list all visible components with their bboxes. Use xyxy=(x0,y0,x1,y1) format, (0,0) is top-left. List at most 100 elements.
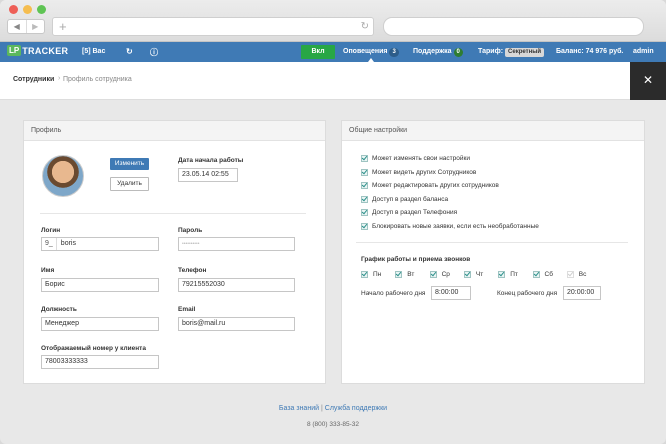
position-field[interactable]: Менеджер xyxy=(41,317,159,331)
day-toggle[interactable]: Вс xyxy=(566,271,586,278)
tariff[interactable]: Тариф: Секретный xyxy=(478,48,545,57)
maximize-window-button[interactable] xyxy=(37,5,46,14)
day-checkbox[interactable] xyxy=(395,271,403,278)
breadcrumb: Сотрудники › Профиль сотрудника ✕ xyxy=(0,62,666,100)
checkbox[interactable] xyxy=(361,168,368,176)
checkbox[interactable] xyxy=(361,182,368,189)
day-checkbox[interactable] xyxy=(566,271,574,278)
user-shortcut[interactable]: [5] Вас xyxy=(82,48,105,55)
notifications-label: Оповещения xyxy=(343,48,388,55)
breadcrumb-separator: › xyxy=(58,75,61,82)
tariff-badge: Секретный xyxy=(505,48,545,57)
footer-divider: | xyxy=(320,405,323,412)
phone-field[interactable]: 79215552030 xyxy=(178,278,295,292)
nav-buttons: ◀ ▶ xyxy=(7,19,45,34)
permission-label: Блокировать новые заявки, если есть необ… xyxy=(372,222,539,230)
permission-label: Может видеть других Сотрудников xyxy=(372,168,477,176)
permission-label: Может редактировать других сотрудников xyxy=(372,182,499,189)
day-label: Пн xyxy=(373,271,382,278)
search-bar[interactable] xyxy=(383,17,644,36)
email-field[interactable]: boris@mail.ru xyxy=(178,317,295,331)
day-label: Чт xyxy=(475,271,484,278)
login-field[interactable]: 9_ boris xyxy=(41,237,159,251)
email-label: Email xyxy=(178,306,196,313)
logo[interactable]: LP TRACKER xyxy=(7,45,68,56)
back-icon[interactable]: ◀ xyxy=(8,20,26,33)
day-checkbox[interactable] xyxy=(532,271,540,278)
reload-icon[interactable]: ↻ xyxy=(361,21,369,32)
change-photo-button[interactable]: Изменить xyxy=(110,158,149,170)
day-toggle[interactable]: Ср xyxy=(429,271,450,278)
day-checkbox[interactable] xyxy=(498,271,506,278)
browser-tab[interactable]: + ↻ xyxy=(52,17,374,36)
permission-item[interactable]: Может редактировать других сотрудников xyxy=(361,182,499,189)
day-label: Сб xyxy=(544,271,553,278)
day-checkbox[interactable] xyxy=(463,271,471,278)
permission-item[interactable]: Доступ в раздел баланса xyxy=(361,195,449,203)
user-menu[interactable]: admin xyxy=(633,48,654,55)
permission-item[interactable]: Может видеть других Сотрудников xyxy=(361,168,477,176)
support-link[interactable]: Поддержка 0 xyxy=(413,48,463,57)
checkbox[interactable] xyxy=(361,209,368,216)
close-window-button[interactable] xyxy=(9,5,18,14)
permission-label: Доступ в раздел Телефония xyxy=(372,209,458,216)
divider xyxy=(40,213,306,214)
day-toggle[interactable]: Пт xyxy=(498,271,518,278)
forward-icon[interactable]: ▶ xyxy=(25,20,45,33)
new-tab-icon[interactable]: + xyxy=(59,19,67,34)
checkbox[interactable] xyxy=(361,155,368,162)
position-label: Должность xyxy=(41,306,77,313)
workday-start-field[interactable]: 8:00:00 xyxy=(431,286,471,300)
day-toggle[interactable]: Чт xyxy=(463,271,484,278)
login-value: boris xyxy=(60,240,76,247)
permission-label: Может изменять свои настройки xyxy=(372,155,470,162)
workday-end-label: Конец рабочего дня xyxy=(497,290,558,297)
balance[interactable]: Баланс: 74 976 руб. xyxy=(556,48,623,55)
minimize-window-button[interactable] xyxy=(23,5,32,14)
support-badge: 0 xyxy=(453,48,463,57)
day-label: Вт xyxy=(407,271,415,278)
checkbox[interactable] xyxy=(361,195,368,203)
notifications-link[interactable]: Оповещения 3 xyxy=(343,48,399,57)
checkbox[interactable] xyxy=(361,222,368,230)
footer-links: База знаний | Служба поддержки xyxy=(0,405,666,412)
schedule-label: График работы и приема звонков xyxy=(361,256,471,263)
permission-item[interactable]: Доступ в раздел Телефония xyxy=(361,209,457,216)
display-number-field[interactable]: 78003333333 xyxy=(41,355,159,369)
password-label: Пароль xyxy=(178,227,203,234)
info-icon[interactable]: ⓘ xyxy=(150,47,158,58)
workday-end-field[interactable]: 20:00:00 xyxy=(563,286,601,300)
display-number-label: Отображаемый номер у клиента xyxy=(41,345,146,352)
day-toggle[interactable]: Вт xyxy=(395,271,414,278)
permission-item[interactable]: Блокировать новые заявки, если есть необ… xyxy=(361,222,539,230)
day-checkbox[interactable] xyxy=(361,271,368,278)
support-label: Поддержка xyxy=(413,48,452,55)
day-checkbox[interactable] xyxy=(429,271,437,278)
profile-panel-title: Профиль xyxy=(24,121,325,141)
day-toggle[interactable]: Пн xyxy=(361,271,381,278)
breadcrumb-current: Профиль сотрудника xyxy=(63,76,132,83)
start-date-field[interactable]: 23.05.14 02:55 xyxy=(178,168,238,182)
start-date-label: Дата начала работы xyxy=(178,157,244,164)
toggle-on-button[interactable]: Вкл xyxy=(301,45,335,59)
avatar xyxy=(42,155,84,197)
breadcrumb-employees[interactable]: Сотрудники xyxy=(13,76,54,83)
tariff-label: Тариф: xyxy=(478,48,504,55)
knowledge-base-link[interactable]: База знаний xyxy=(279,405,319,412)
delete-photo-button[interactable]: Удалить xyxy=(110,177,149,191)
permission-item[interactable]: Может изменять свои настройки xyxy=(361,155,470,162)
close-icon[interactable]: ✕ xyxy=(630,62,666,100)
app-header: LP TRACKER [5] Вас ↻ ⓘ Вкл Оповещения 3 П… xyxy=(0,42,666,62)
support-service-link[interactable]: Служба поддержки xyxy=(325,405,387,412)
day-toggle[interactable]: Сб xyxy=(532,271,553,278)
divider xyxy=(356,242,628,243)
name-field[interactable]: Борис xyxy=(41,278,159,292)
refresh-icon[interactable]: ↻ xyxy=(126,47,133,56)
day-label: Пт xyxy=(510,271,518,278)
permission-label: Доступ в раздел баланса xyxy=(372,195,449,203)
logo-tracker: TRACKER xyxy=(22,45,69,56)
password-field[interactable]: •••••••••• xyxy=(178,237,295,251)
settings-panel: Общие настройки Может изменять свои наст… xyxy=(341,120,645,384)
phone-label: Телефон xyxy=(178,267,207,274)
notifications-badge: 3 xyxy=(389,48,399,57)
